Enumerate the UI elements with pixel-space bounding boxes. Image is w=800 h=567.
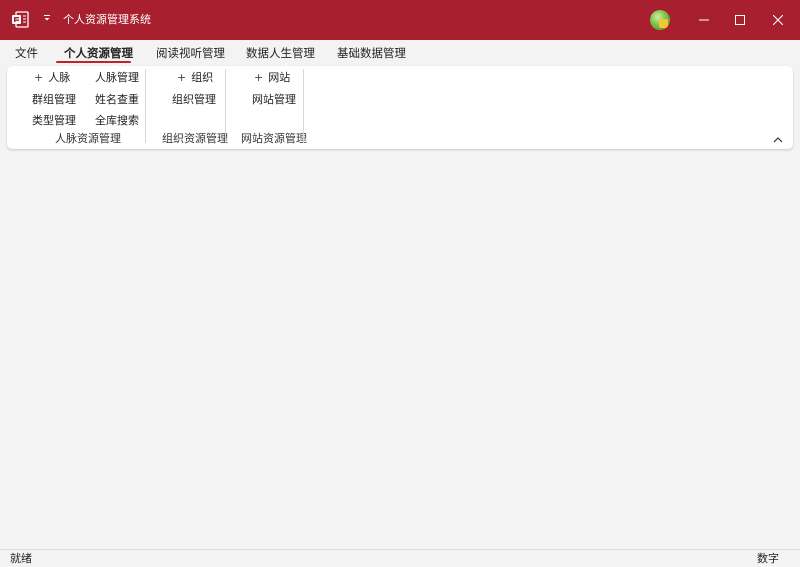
group-separator [303, 69, 304, 143]
name-duplicate-check-button[interactable]: 姓名查重 [95, 92, 139, 108]
group-separator [225, 69, 226, 143]
status-ready-text: 就绪 [10, 552, 32, 565]
status-num-lock-text: 数字 [757, 552, 779, 565]
maximize-icon [735, 15, 745, 25]
plus-icon: + [254, 71, 264, 84]
add-contact-button[interactable]: + 人脉 [34, 70, 70, 86]
full-search-button[interactable]: 全库搜索 [95, 113, 139, 129]
add-website-button[interactable]: + 网站 [254, 70, 290, 86]
user-avatar[interactable] [650, 10, 670, 30]
organization-manage-button[interactable]: 组织管理 [172, 92, 216, 108]
tab-file[interactable]: 文件 [15, 45, 38, 63]
tab-base-data[interactable]: 基础数据管理 [337, 45, 406, 63]
contact-manage-button[interactable]: 人脉管理 [95, 70, 139, 86]
group-label-websites: 网站资源管理 [241, 132, 307, 145]
quick-access-dropdown-icon[interactable] [41, 13, 53, 25]
minimize-button[interactable] [686, 0, 722, 40]
group-label-organizations: 组织资源管理 [162, 132, 228, 145]
maximize-button[interactable] [722, 0, 758, 40]
group-label-contacts: 人脉资源管理 [55, 132, 121, 145]
website-manage-button[interactable]: 网站管理 [252, 92, 296, 108]
active-tab-indicator [56, 61, 131, 63]
type-manage-button[interactable]: 类型管理 [32, 113, 76, 129]
office-app-icon[interactable] [11, 11, 29, 28]
chevron-up-icon [773, 137, 783, 143]
tab-reading-media[interactable]: 阅读视听管理 [156, 45, 225, 63]
group-manage-button[interactable]: 群组管理 [32, 92, 76, 108]
minimize-icon [699, 19, 709, 21]
status-bar [0, 549, 800, 567]
group-separator [145, 69, 146, 143]
window-title: 个人资源管理系统 [63, 13, 151, 26]
close-icon [773, 15, 783, 25]
collapse-ribbon-button[interactable] [771, 133, 785, 147]
avatar-badge-icon [659, 19, 668, 28]
plus-icon: + [177, 71, 187, 84]
add-organization-button[interactable]: + 组织 [177, 70, 213, 86]
plus-icon: + [34, 71, 44, 84]
close-button[interactable] [760, 0, 796, 40]
tab-life-data[interactable]: 数据人生管理 [246, 45, 315, 63]
